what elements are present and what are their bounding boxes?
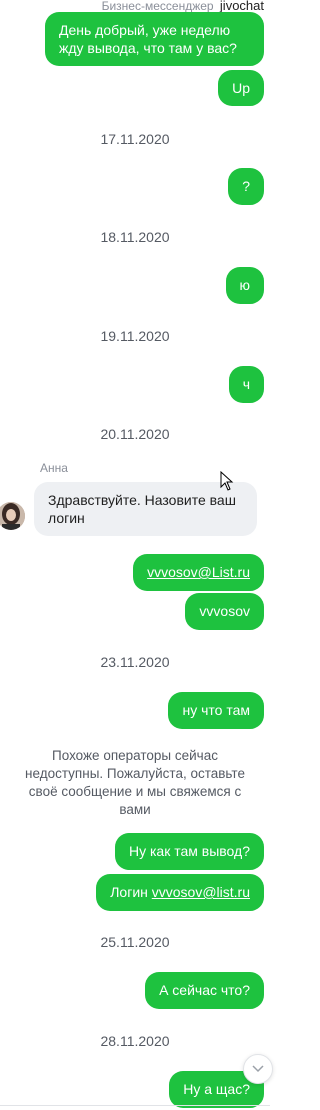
date-separator: 20.11.2020 [100,426,170,442]
date-separator: 17.11.2020 [100,131,170,147]
offline-notice: Похоже операторы сейчас недоступны. Пожа… [25,748,245,817]
date-separator: 28.11.2020 [100,1033,170,1049]
date-separator: 19.11.2020 [100,328,170,344]
scroll-down-button[interactable] [243,1054,273,1084]
email-link[interactable]: vvvosov@List.ru [147,564,250,580]
visitor-message: ю [225,267,264,304]
date-separator: 25.11.2020 [100,934,170,950]
mouse-pointer-icon [220,470,234,496]
login-prefix: Логин [110,884,152,900]
visitor-message: Up [218,70,264,106]
date-separator: 23.11.2020 [100,654,170,670]
visitor-message: ну что там [168,692,264,729]
operator-avatar [0,502,25,530]
visitor-message: Ну как там вывод? [114,833,264,870]
email-message[interactable]: vvvosov@List.ru [133,554,264,591]
email-link[interactable]: vvvosov@list.ru [152,884,250,900]
date-separator: 18.11.2020 [100,229,170,245]
visitor-message: vvvosov [185,593,264,630]
operator-name: Анна [40,461,68,475]
visitor-message: День добрый, уже неделю жду вывода, что … [45,12,264,66]
divider [0,1105,270,1106]
visitor-message: А сейчас что? [145,972,264,1009]
visitor-message: ? [228,168,264,205]
login-message[interactable]: Логин vvvosov@list.ru [96,874,264,911]
visitor-message: ч [228,366,264,403]
